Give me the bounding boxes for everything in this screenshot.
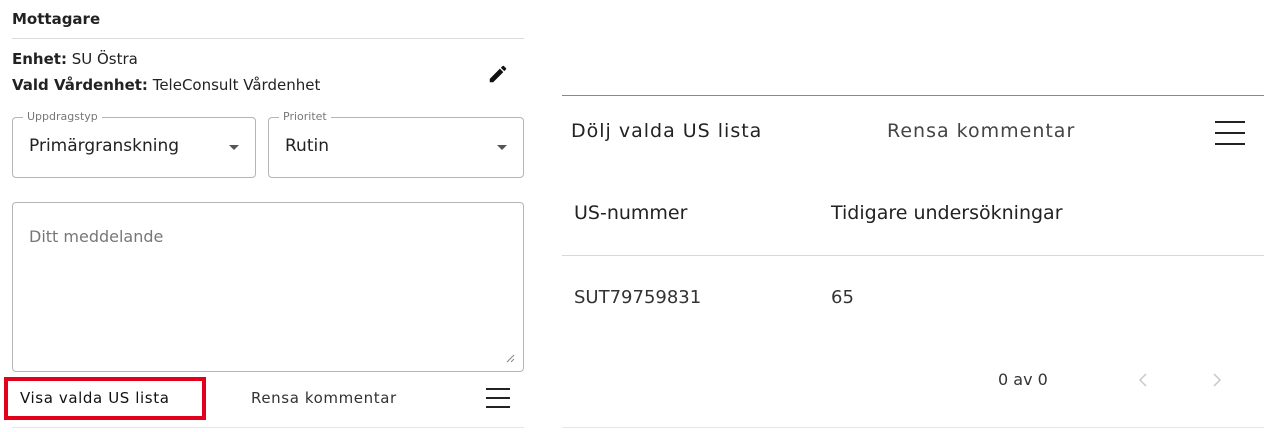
show-selected-list-button[interactable]: Visa valda US lista (20, 389, 169, 407)
previous-page-button[interactable] (1129, 366, 1157, 394)
chevron-left-icon (1138, 373, 1147, 387)
next-page-button[interactable] (1203, 366, 1231, 394)
care-unit-info: Vald Vårdenhet: TeleConsult Vårdenhet (12, 76, 320, 94)
assignment-type-select[interactable]: Uppdragstyp Primärgranskning (12, 110, 256, 178)
hamburger-menu-icon[interactable] (1215, 118, 1245, 148)
chevron-right-icon (1213, 373, 1222, 387)
column-header-previous-exams[interactable]: Tidigare undersökningar (831, 202, 1063, 224)
care-unit-value: TeleConsult Vårdenhet (152, 76, 321, 94)
divider (562, 95, 1264, 96)
divider (12, 427, 524, 428)
edit-recipient-button[interactable] (484, 60, 512, 88)
resize-handle-icon[interactable] (505, 353, 515, 363)
hamburger-menu-icon[interactable] (486, 386, 510, 410)
caret-down-icon (229, 145, 239, 150)
priority-select[interactable]: Prioritet Rutin (268, 110, 524, 178)
message-textarea[interactable]: Ditt meddelande (12, 202, 524, 372)
unit-info: Enhet: SU Östra (12, 50, 138, 68)
hide-selected-list-button[interactable]: Dölj valda US lista (571, 120, 762, 142)
divider (12, 38, 524, 39)
pencil-icon (489, 65, 507, 83)
table-cell-previous-exams: 65 (831, 287, 854, 308)
unit-label: Enhet: (12, 50, 67, 68)
assignment-type-value: Primärgranskning (29, 136, 180, 156)
table-cell-us-number: SUT79759831 (574, 287, 702, 308)
pagination-range: 0 av 0 (998, 370, 1048, 389)
care-unit-label: Vald Vårdenhet: (12, 76, 148, 94)
priority-legend: Prioritet (279, 110, 331, 123)
divider (562, 255, 1264, 256)
column-header-us-number[interactable]: US-nummer (574, 202, 687, 224)
message-placeholder: Ditt meddelande (29, 227, 164, 246)
clear-comment-button[interactable]: Rensa kommentar (887, 120, 1075, 142)
assignment-type-legend: Uppdragstyp (23, 110, 102, 123)
section-title: Mottagare (12, 10, 101, 28)
clear-comment-button[interactable]: Rensa kommentar (251, 389, 397, 407)
priority-value: Rutin (285, 136, 329, 156)
caret-down-icon (497, 145, 507, 150)
unit-value: SU Östra (71, 50, 138, 68)
divider (562, 427, 1264, 428)
